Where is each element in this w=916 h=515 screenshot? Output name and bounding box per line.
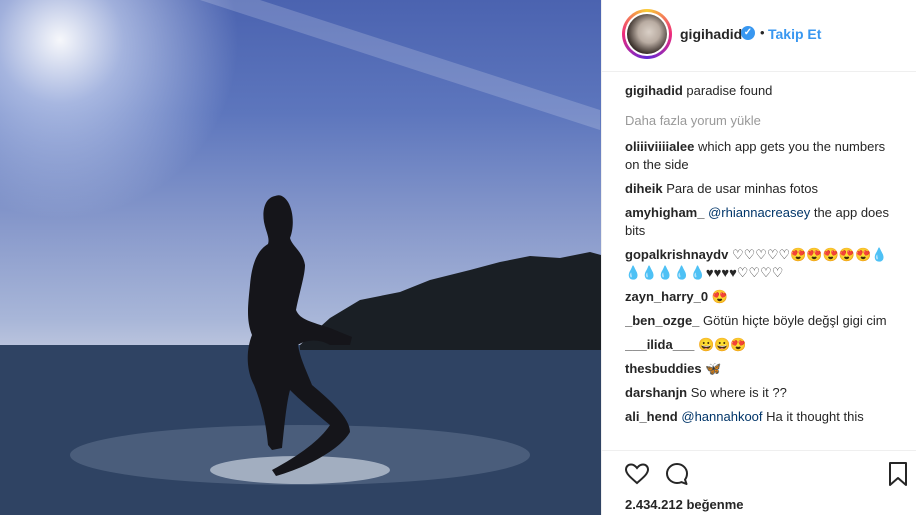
comments-list[interactable]: gigihadid paradise found Daha fazla yoru… — [625, 82, 895, 450]
load-more-comments-button[interactable]: Daha fazla yorum yükle — [625, 112, 895, 130]
follow-button[interactable]: Takip Et — [768, 26, 821, 42]
comment-username[interactable]: diheik — [625, 181, 663, 196]
comment-item: zayn_harry_0 😍 — [625, 288, 895, 306]
comment-username[interactable]: amyhigham_ — [625, 205, 704, 220]
comments-fade — [625, 436, 895, 450]
comment-username[interactable]: ___ilida___ — [625, 337, 694, 352]
comment-item: thesbuddies 🦋 — [625, 360, 895, 378]
light-ray — [200, 0, 600, 130]
avatar-image — [627, 14, 667, 54]
photo-scene — [0, 0, 601, 515]
avatar-frame — [625, 12, 669, 56]
post-photo[interactable] — [0, 0, 601, 515]
comment-text: 😍 — [711, 289, 728, 304]
comment-text: So where is it ?? — [690, 385, 787, 400]
comment-text: 🦋 — [705, 361, 722, 376]
comment-username[interactable]: darshanjn — [625, 385, 687, 400]
comment-text: Para de usar minhas fotos — [666, 181, 818, 196]
verified-badge-icon: ✓ — [741, 26, 755, 40]
comment-mention-link[interactable]: @rhiannacreasey — [708, 205, 810, 220]
post-actions: 2.434.212 beğenme — [602, 450, 916, 515]
comment-item: amyhigham_ @rhiannacreasey the app does … — [625, 204, 895, 240]
comment-text: Ha it thought this — [766, 409, 864, 424]
post-sidebar: gigihadid ✓ • Takip Et gigihadid paradis… — [601, 0, 916, 515]
post-username[interactable]: gigihadid — [680, 26, 742, 42]
comment-item: darshanjn So where is it ?? — [625, 384, 895, 402]
caption-text: paradise found — [686, 83, 773, 98]
caption-username[interactable]: gigihadid — [625, 83, 683, 98]
comment-username[interactable]: gopalkrishnaydv — [625, 247, 728, 262]
heart-outline-icon[interactable] — [624, 461, 650, 487]
bookmark-icon[interactable] — [887, 461, 909, 487]
comment-item: ali_hend @hannahkoof Ha it thought this — [625, 408, 895, 426]
likes-count[interactable]: 2.434.212 beğenme — [625, 497, 744, 512]
comment-text: Götün hiçte böyle değşl gigi cim — [703, 313, 887, 328]
comment-item: gopalkrishnaydv ♡♡♡♡♡😍😍😍😍😍💧💧💧💧💧💧♥♥♥♥♡♡♡♡ — [625, 246, 895, 282]
comment-item: _ben_ozge_ Götün hiçte böyle değşl gigi … — [625, 312, 895, 330]
separator-dot: • — [760, 25, 765, 40]
caption: gigihadid paradise found — [625, 82, 895, 100]
comment-item: oliiiviiiialee which app gets you the nu… — [625, 138, 895, 174]
avatar[interactable] — [622, 9, 672, 59]
comment-username[interactable]: ali_hend — [625, 409, 678, 424]
comment-username[interactable]: thesbuddies — [625, 361, 702, 376]
comment-bubble-icon[interactable] — [664, 461, 690, 487]
comment-text: 😀😀😍 — [698, 337, 747, 352]
comment-username[interactable]: oliiiviiiialee — [625, 139, 694, 154]
comment-mention-link[interactable]: @hannahkoof — [681, 409, 762, 424]
comment-username[interactable]: zayn_harry_0 — [625, 289, 708, 304]
comment-username[interactable]: _ben_ozge_ — [625, 313, 699, 328]
comment-item: diheik Para de usar minhas fotos — [625, 180, 895, 198]
comment-item: ___ilida___ 😀😀😍 — [625, 336, 895, 354]
post-header: gigihadid ✓ • Takip Et — [602, 0, 916, 72]
